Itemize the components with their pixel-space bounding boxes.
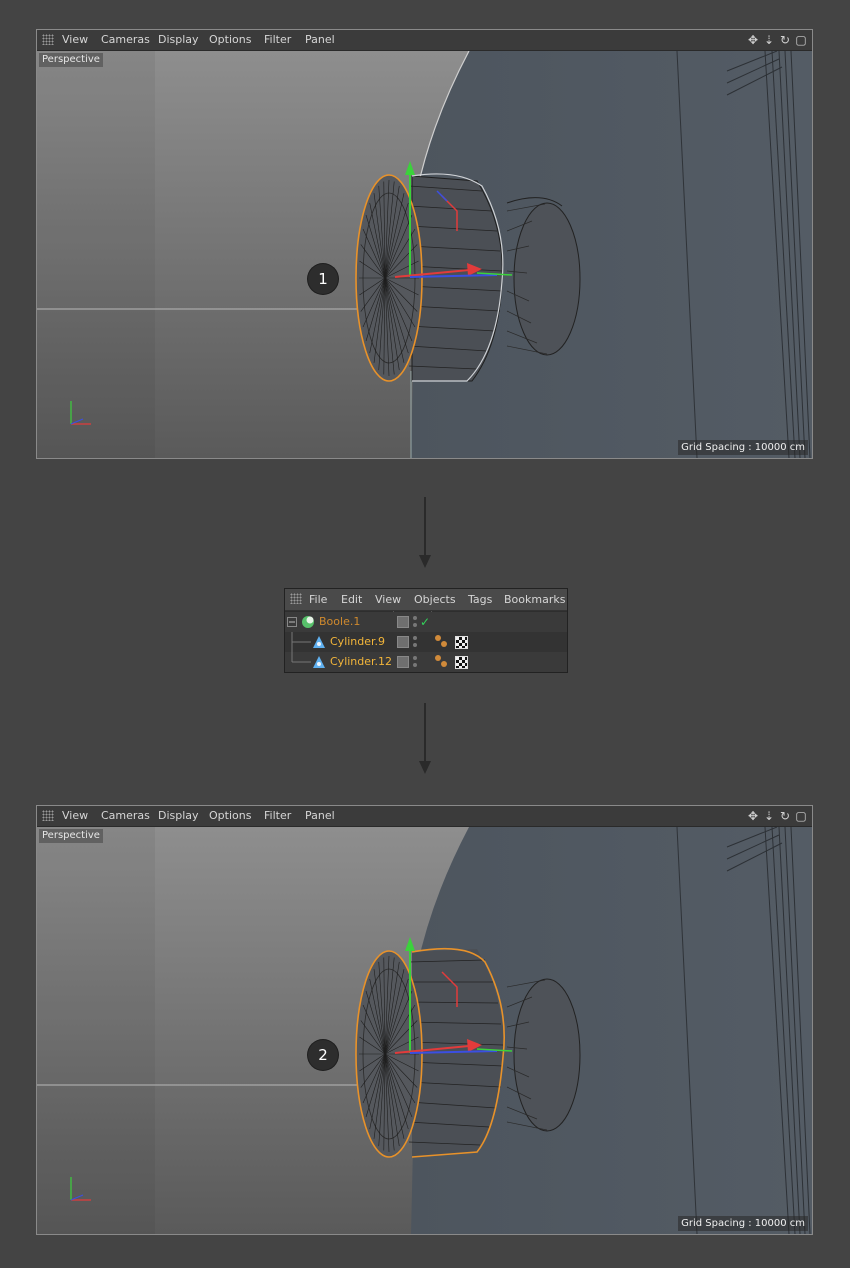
visibility-dots-icon[interactable] xyxy=(413,635,417,649)
camera-label[interactable]: Perspective xyxy=(39,829,103,843)
object-row-cylinder-12[interactable]: Cylinder.12 xyxy=(285,652,567,672)
move-view-icon[interactable]: ✥ xyxy=(746,32,760,48)
down-arrow-icon xyxy=(419,497,431,568)
layer-color-box[interactable] xyxy=(397,636,409,648)
viewport-menubar: View Cameras Display Options Filter Pane… xyxy=(37,30,812,51)
hierarchy-line xyxy=(291,652,311,663)
object-row-boole[interactable]: Boole.1 ✓ xyxy=(285,612,567,632)
grid-spacing-readout: Grid Spacing : 10000 cm xyxy=(678,1216,808,1231)
menu-filter[interactable]: Filter xyxy=(264,30,291,50)
visibility-dots-icon[interactable] xyxy=(413,655,417,669)
viewport-canvas[interactable]: Perspective Grid Spacing : 10000 cm 1 xyxy=(37,51,812,458)
scale-view-icon[interactable]: ⇣ xyxy=(762,32,776,48)
down-arrow-icon xyxy=(419,703,431,774)
viewport-menubar: View Cameras Display Options Filter Pane… xyxy=(37,806,812,827)
cylinder-icon xyxy=(313,656,325,668)
layer-color-box[interactable] xyxy=(397,656,409,668)
rotate-view-icon[interactable]: ↻ xyxy=(778,808,792,824)
menu-options[interactable]: Options xyxy=(209,30,251,50)
object-manager-menubar: File Edit View Objects Tags Bookmarks xyxy=(285,589,567,611)
step-number-badge: 2 xyxy=(308,1040,338,1070)
scene-render xyxy=(37,827,812,1234)
menu-panel[interactable]: Panel xyxy=(305,806,335,826)
grid-spacing-readout: Grid Spacing : 10000 cm xyxy=(678,440,808,455)
menu-cameras[interactable]: Cameras xyxy=(101,806,150,826)
menu-options[interactable]: Options xyxy=(209,806,251,826)
viewport-bottom[interactable]: View Cameras Display Options Filter Pane… xyxy=(36,805,813,1235)
collapse-toggle-icon[interactable] xyxy=(287,617,297,627)
panel-grip-icon[interactable] xyxy=(42,34,54,45)
om-menu-objects[interactable]: Objects xyxy=(414,589,456,610)
menu-display[interactable]: Display xyxy=(158,806,199,826)
object-name[interactable]: Cylinder.12 xyxy=(330,652,392,672)
om-menu-tags[interactable]: Tags xyxy=(468,589,492,610)
object-name[interactable]: Boole.1 xyxy=(319,612,360,632)
object-row-cylinder-9[interactable]: Cylinder.9 xyxy=(285,632,567,652)
menu-display[interactable]: Display xyxy=(158,30,199,50)
material-tag-icon[interactable] xyxy=(455,656,468,669)
om-menu-edit[interactable]: Edit xyxy=(341,589,362,610)
viewport-top[interactable]: View Cameras Display Options Filter Pane… xyxy=(36,29,813,459)
phong-tag-icon[interactable] xyxy=(435,655,449,669)
menu-view[interactable]: View xyxy=(62,806,88,826)
om-menu-view[interactable]: View xyxy=(375,589,401,610)
om-menu-bookmarks[interactable]: Bookmarks xyxy=(504,589,565,610)
scene-render xyxy=(37,51,812,458)
maximize-view-icon[interactable]: ▢ xyxy=(794,32,808,48)
menu-filter[interactable]: Filter xyxy=(264,806,291,826)
menu-panel[interactable]: Panel xyxy=(305,30,335,50)
om-menu-file[interactable]: File xyxy=(309,589,327,610)
enabled-check-icon[interactable]: ✓ xyxy=(420,612,430,632)
layer-color-box[interactable] xyxy=(397,616,409,628)
hierarchy-line xyxy=(291,632,311,652)
object-manager-panel[interactable]: File Edit View Objects Tags Bookmarks Bo… xyxy=(284,588,568,673)
camera-label[interactable]: Perspective xyxy=(39,53,103,67)
step-number-badge: 1 xyxy=(308,264,338,294)
scale-view-icon[interactable]: ⇣ xyxy=(762,808,776,824)
menu-cameras[interactable]: Cameras xyxy=(101,30,150,50)
material-tag-icon[interactable] xyxy=(455,636,468,649)
panel-grip-icon[interactable] xyxy=(290,593,302,604)
visibility-dots-icon[interactable] xyxy=(413,615,417,629)
cylinder-icon xyxy=(313,636,325,648)
maximize-view-icon[interactable]: ▢ xyxy=(794,808,808,824)
viewport-canvas[interactable]: Perspective Grid Spacing : 10000 cm 2 xyxy=(37,827,812,1234)
object-name[interactable]: Cylinder.9 xyxy=(330,632,385,652)
boole-icon xyxy=(302,616,314,628)
move-view-icon[interactable]: ✥ xyxy=(746,808,760,824)
phong-tag-icon[interactable] xyxy=(435,635,449,649)
rotate-view-icon[interactable]: ↻ xyxy=(778,32,792,48)
panel-grip-icon[interactable] xyxy=(42,810,54,821)
menu-view[interactable]: View xyxy=(62,30,88,50)
